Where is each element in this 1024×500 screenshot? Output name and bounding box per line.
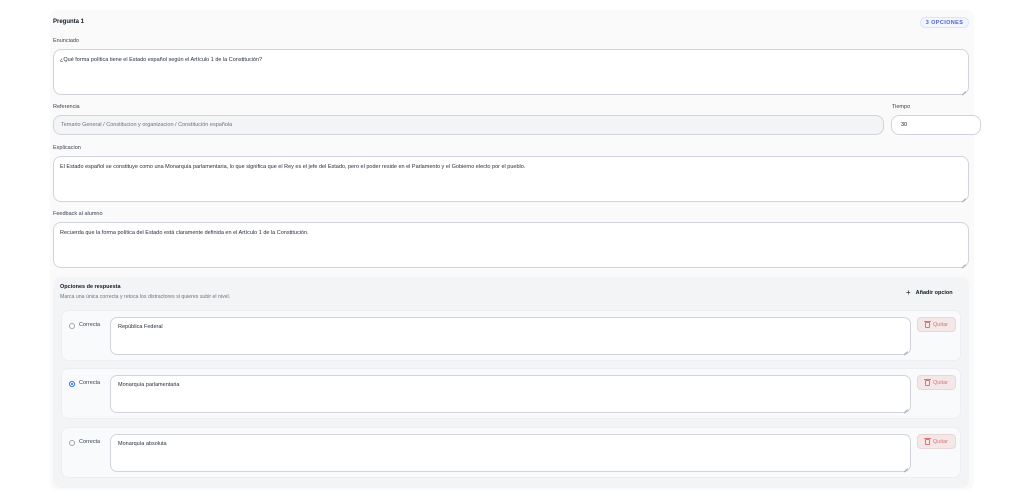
option-text-field[interactable]: República Federal xyxy=(110,317,911,355)
correct-label: Correcta xyxy=(79,322,101,328)
option-text-field[interactable]: Monarquía parlamentaria xyxy=(110,375,911,413)
statement-label: Enunciado xyxy=(53,38,79,44)
explanation-text: El Estado español se constituye como una… xyxy=(60,164,526,170)
statement-text: ¿Qué forma política tiene el Estado espa… xyxy=(60,57,263,63)
answer-option-3: Correcta Monarquía absoluta Quitar xyxy=(61,427,961,478)
question-title: Pregunta 1 xyxy=(53,19,85,25)
option-text: República Federal xyxy=(118,324,163,330)
correct-radio[interactable] xyxy=(69,323,75,329)
trash-icon xyxy=(924,378,931,386)
feedback-text: Recuerda que la forma política del Estad… xyxy=(60,230,309,236)
add-option-button[interactable]: + Añadir opcion xyxy=(906,289,953,297)
trash-icon xyxy=(924,320,931,328)
time-input[interactable]: 30 xyxy=(891,115,981,135)
resize-handle-icon[interactable] xyxy=(904,406,908,410)
feedback-textarea[interactable]: Recuerda que la forma política del Estad… xyxy=(53,222,969,268)
statement-textarea[interactable]: ¿Qué forma política tiene el Estado espa… xyxy=(53,49,969,95)
time-label: Tiempo xyxy=(892,104,911,110)
remove-option-button[interactable]: Quitar xyxy=(917,434,956,449)
correct-label: Correcta xyxy=(79,380,101,386)
remove-option-label: Quitar xyxy=(933,321,948,328)
add-option-label: Añadir opcion xyxy=(915,290,953,296)
resize-handle-icon[interactable] xyxy=(962,261,966,265)
resize-handle-icon[interactable] xyxy=(904,348,908,352)
answer-options-subtitle: Marca una única correcta y retoca los di… xyxy=(60,294,231,300)
option-text: Monarquía parlamentaria xyxy=(118,382,180,388)
trash-icon xyxy=(924,437,931,445)
explanation-label: Explicacion xyxy=(53,145,81,151)
reference-input[interactable]: Temario General / Constitucion y organiz… xyxy=(53,115,884,135)
option-text: Monarquía absoluta xyxy=(118,441,167,447)
resize-handle-icon[interactable] xyxy=(962,195,966,199)
reference-text: Temario General / Constitucion y organiz… xyxy=(61,122,233,128)
time-value: 30 xyxy=(901,122,908,128)
resize-handle-icon[interactable] xyxy=(904,465,908,469)
remove-option-label: Quitar xyxy=(933,438,948,445)
correct-radio[interactable] xyxy=(69,440,75,446)
remove-option-button[interactable]: Quitar xyxy=(917,317,956,332)
answer-option-1: Correcta República Federal Quitar xyxy=(61,310,961,361)
answer-option-2: Correcta Monarquía parlamentaria Quitar xyxy=(61,368,961,419)
explanation-textarea[interactable]: El Estado español se constituye como una… xyxy=(53,156,969,202)
options-count-badge: 3 OPCIONES xyxy=(920,17,969,28)
feedback-label: Feedback al alumno xyxy=(53,211,103,217)
correct-radio[interactable] xyxy=(69,381,75,387)
remove-option-label: Quitar xyxy=(933,379,948,386)
answer-options-title: Opciones de respuesta xyxy=(60,284,121,290)
remove-option-button[interactable]: Quitar xyxy=(917,375,956,390)
plus-icon: + xyxy=(906,288,911,297)
reference-label: Referencia xyxy=(53,104,80,110)
resize-handle-icon[interactable] xyxy=(962,88,966,92)
option-text-field[interactable]: Monarquía absoluta xyxy=(110,434,911,472)
correct-label: Correcta xyxy=(79,439,101,445)
